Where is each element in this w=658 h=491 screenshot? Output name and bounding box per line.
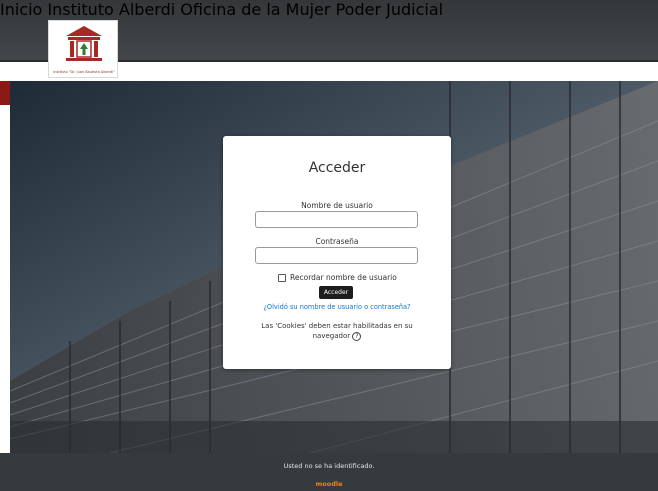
site-logo[interactable]: Instituto "Dr. Juan Bautista Alberdi" [48,20,118,78]
accent-strip [0,81,10,105]
nav-item-poder-judicial[interactable]: Poder Judicial [336,0,443,19]
password-input[interactable] [255,247,418,264]
nav-item-instituto-alberdi[interactable]: Instituto Alberdi [47,0,175,19]
cookies-notice: Las 'Cookies' deben estar habilitadas en… [253,321,421,341]
main-nav: Inicio Instituto Alberdi Oficina de la M… [0,0,658,19]
nav-item-oficina-mujer[interactable]: Oficina de la Mujer [180,0,330,19]
forgot-credentials-link[interactable]: ¿Olvidó su nombre de usuario o contraseñ… [223,303,451,311]
login-status-text: Usted no se ha identificado. [283,462,375,470]
question-circle-icon[interactable]: ? [352,331,362,341]
cookies-text: Las 'Cookies' deben estar habilitadas en… [261,322,413,340]
site-footer: Usted no se ha identificado. moodle [0,453,658,491]
username-input[interactable] [255,211,418,228]
login-button[interactable]: Acceder [319,286,353,299]
remember-label: Recordar nombre de usuario [290,273,397,282]
login-card: Acceder Nombre de usuario Contraseña Rec… [223,136,451,369]
password-label: Contraseña [315,237,359,246]
login-title: Acceder [308,160,366,176]
remember-username[interactable]: Recordar nombre de usuario [278,273,397,282]
logo-caption: Instituto "Dr. Juan Bautista Alberdi" [53,70,115,74]
username-label: Nombre de usuario [301,201,373,210]
moodle-logo[interactable]: moodle [0,480,658,488]
remember-checkbox[interactable] [278,273,286,282]
nav-item-inicio[interactable]: Inicio [0,0,42,19]
institute-logo-icon [66,26,102,61]
